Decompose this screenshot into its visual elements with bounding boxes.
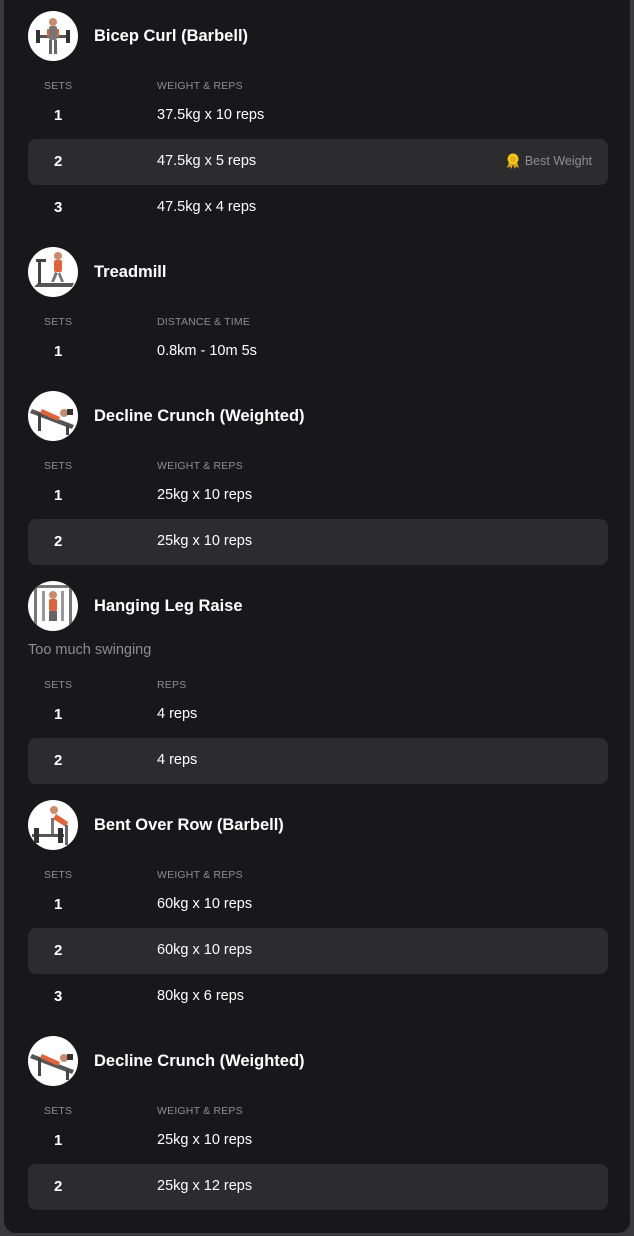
exercise-header[interactable]: Decline Crunch (Weighted) (28, 1036, 305, 1086)
sets-column-header: SETS (44, 679, 73, 691)
set-row: 3 47.5kg x 4 reps (28, 185, 608, 231)
exercise-header[interactable]: Bent Over Row (Barbell) (28, 800, 284, 850)
set-value: 47.5kg x 4 reps (157, 199, 257, 215)
set-row: 3 80kg x 6 reps (28, 974, 608, 1020)
exercise-name[interactable]: Bent Over Row (Barbell) (94, 816, 284, 835)
set-number: 1 (54, 487, 63, 504)
decline-crunch-icon (28, 391, 78, 441)
set-value: 25kg x 10 reps (157, 1132, 253, 1148)
set-number: 3 (54, 199, 63, 216)
set-row: 2 25kg x 12 reps (28, 1164, 608, 1210)
set-value: 0.8km - 10m 5s (157, 343, 257, 359)
treadmill-icon (28, 247, 78, 297)
exercise-header[interactable]: Hanging Leg Raise (28, 581, 243, 631)
set-number: 1 (54, 706, 63, 723)
set-number: 2 (54, 153, 63, 170)
exercise-note: Too much swinging (28, 642, 152, 658)
set-row: 2 4 reps (28, 738, 608, 784)
value-column-header: WEIGHT & REPS (157, 80, 243, 92)
exercise-header[interactable]: Bicep Curl (Barbell) (28, 11, 248, 61)
set-value: 4 reps (157, 752, 198, 768)
set-value: 25kg x 10 reps (157, 533, 253, 549)
set-value: 25kg x 12 reps (157, 1178, 253, 1194)
value-column-header: WEIGHT & REPS (157, 460, 243, 472)
exercise-name[interactable]: Hanging Leg Raise (94, 597, 243, 616)
exercise-name[interactable]: Treadmill (94, 263, 166, 282)
exercise-header[interactable]: Decline Crunch (Weighted) (28, 391, 305, 441)
decline-crunch-icon (28, 1036, 78, 1086)
set-number: 2 (54, 1178, 63, 1195)
sets-column-header: SETS (44, 80, 73, 92)
sets-column-header: SETS (44, 460, 73, 472)
value-column-header: WEIGHT & REPS (157, 869, 243, 881)
exercise-name[interactable]: Decline Crunch (Weighted) (94, 1052, 305, 1071)
personal-record-label: Best Weight (524, 154, 592, 168)
set-value: 47.5kg x 5 reps (157, 153, 257, 169)
value-column-header: WEIGHT & REPS (157, 1105, 243, 1117)
workout-card: Bicep Curl (Barbell) SETS WEIGHT & REPS … (4, 0, 630, 1233)
set-value: 37.5kg x 10 reps (157, 107, 265, 123)
set-value: 25kg x 10 reps (157, 487, 253, 503)
set-row: 1 25kg x 10 reps (28, 473, 608, 519)
exercise-name[interactable]: Decline Crunch (Weighted) (94, 407, 305, 426)
set-value: 60kg x 10 reps (157, 896, 253, 912)
sets-column-header: SETS (44, 1105, 73, 1117)
set-value: 60kg x 10 reps (157, 942, 253, 958)
set-number: 1 (54, 107, 63, 124)
sets-column-header: SETS (44, 316, 73, 328)
set-number: 2 (54, 942, 63, 959)
bicep-curl-icon (28, 11, 78, 61)
bent-over-row-icon (28, 800, 78, 850)
exercise-header[interactable]: Treadmill (28, 247, 166, 297)
set-row: 1 0.8km - 10m 5s (28, 329, 608, 375)
set-value: 4 reps (157, 706, 198, 722)
set-row: 2 25kg x 10 reps (28, 519, 608, 565)
set-number: 2 (54, 533, 63, 550)
set-row: 1 25kg x 10 reps (28, 1118, 608, 1164)
set-number: 1 (54, 343, 63, 360)
set-number: 3 (54, 988, 63, 1005)
set-number: 2 (54, 752, 63, 769)
personal-record-badge[interactable]: Best Weight (506, 153, 592, 169)
hanging-leg-raise-icon (28, 581, 78, 631)
set-row: 1 4 reps (28, 692, 608, 738)
set-row: 1 60kg x 10 reps (28, 882, 608, 928)
medal-icon (506, 153, 520, 169)
set-number: 1 (54, 896, 63, 913)
sets-column-header: SETS (44, 869, 73, 881)
exercise-name[interactable]: Bicep Curl (Barbell) (94, 27, 248, 46)
set-value: 80kg x 6 reps (157, 988, 245, 1004)
set-row: 2 47.5kg x 5 reps Best Weight (28, 139, 608, 185)
set-row: 1 37.5kg x 10 reps (28, 93, 608, 139)
value-column-header: REPS (157, 679, 187, 691)
set-row: 2 60kg x 10 reps (28, 928, 608, 974)
set-number: 1 (54, 1132, 63, 1149)
value-column-header: DISTANCE & TIME (157, 316, 251, 328)
